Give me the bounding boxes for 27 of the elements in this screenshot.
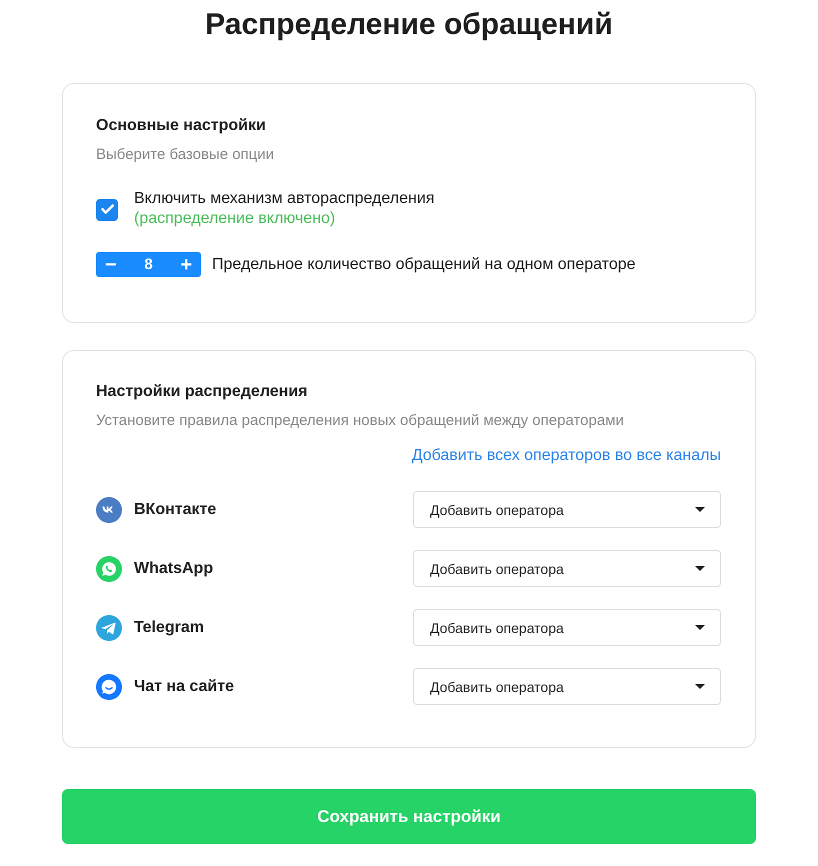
caret-icon (695, 625, 705, 630)
operator-select[interactable]: Добавить оператора (413, 609, 721, 646)
count-field[interactable]: 8 (144, 256, 153, 274)
save-button[interactable]: Сохранить настройки (62, 789, 756, 844)
caret-icon (695, 566, 705, 571)
caret-icon (695, 684, 705, 689)
channel-name: Чат на сайте (134, 676, 234, 696)
section-subtitle: Установите правила распределения новых обращений между операторами (96, 411, 624, 431)
channel-name: Telegram (134, 618, 204, 638)
status-text: (распределение включено) (134, 209, 336, 228)
operator-select[interactable]: Добавить оператора (413, 550, 721, 587)
channel-name: WhatsApp (134, 558, 214, 578)
checkbox[interactable] (96, 198, 118, 220)
operator-select[interactable]: Добавить оператора (413, 491, 721, 528)
caret-icon (695, 507, 705, 512)
add-all-operators-link[interactable]: Добавить всех операторов во все каналы (412, 445, 721, 467)
checkbox-label: Включить механизм автораспределения (134, 189, 434, 209)
section-title: Основные настройки (96, 116, 266, 136)
checkmark-icon (100, 204, 114, 215)
section-subtitle: Выберите базовые опции (96, 145, 274, 165)
increment-button[interactable]: + (175, 254, 197, 276)
channel-name: ВКонтакте (134, 500, 216, 520)
section-title: Настройки распределения (96, 382, 308, 402)
page-title: Распределение обращений (205, 7, 613, 43)
decrement-button[interactable]: − (100, 254, 122, 276)
limit-label: Предельное количество обращений на одном операторе (212, 254, 636, 274)
operator-select[interactable]: Добавить оператора (413, 668, 721, 705)
